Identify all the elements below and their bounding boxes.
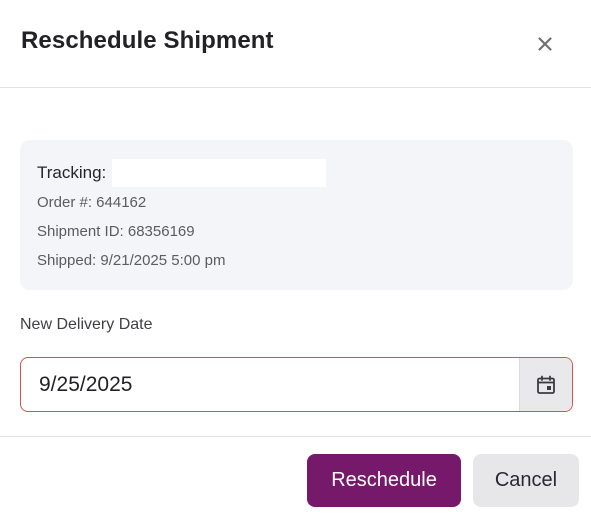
cancel-button[interactable]: Cancel	[473, 454, 579, 507]
shipment-info-card: Tracking: Order #: 644162 Shipment ID: 6…	[20, 140, 573, 290]
tracking-label: Tracking:	[37, 163, 107, 182]
reschedule-shipment-dialog: Reschedule Shipment Tracking: Order #: 6…	[0, 0, 591, 524]
new-delivery-date-label: New Delivery Date	[20, 316, 153, 333]
dialog-header: Reschedule Shipment	[0, 0, 591, 88]
close-button[interactable]	[530, 29, 560, 59]
calendar-button[interactable]	[519, 358, 572, 411]
close-icon	[538, 37, 552, 51]
dialog-title: Reschedule Shipment	[21, 27, 274, 54]
shipped-date: Shipped: 9/21/2025 5:00 pm	[37, 252, 226, 269]
tracking-row: Tracking:	[37, 159, 327, 187]
order-number: Order #: 644162	[37, 194, 147, 211]
footer-divider	[0, 436, 591, 437]
calendar-icon	[537, 375, 555, 394]
reschedule-button[interactable]: Reschedule	[307, 454, 461, 507]
shipment-id: Shipment ID: 68356169	[37, 223, 195, 240]
new-delivery-date-field	[20, 357, 573, 412]
tracking-value	[112, 159, 327, 187]
new-delivery-date-input[interactable]	[21, 358, 519, 411]
